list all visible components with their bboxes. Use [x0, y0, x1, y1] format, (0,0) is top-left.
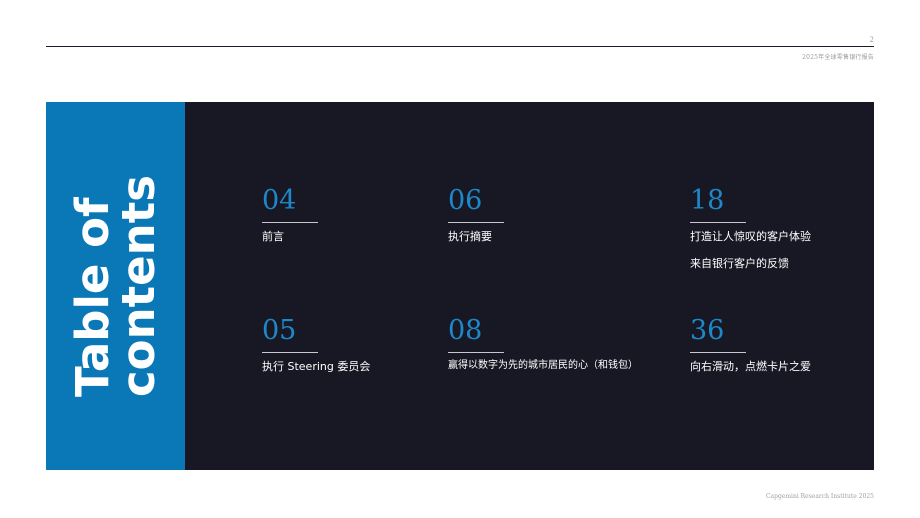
toc-page-number: 36 [690, 315, 725, 346]
toc-entry-rule [262, 352, 318, 353]
toc-entry-digital-urbanites[interactable]: 08 赢得以数字为先的城市居民的心（和钱包） [448, 316, 638, 373]
footer-credit: Capgemini Research Institute 2025 [765, 493, 874, 500]
page-number: 2 [869, 36, 874, 44]
toc-entry-foreword[interactable]: 04 前言 [262, 186, 318, 244]
header-rule [46, 46, 874, 47]
toc-entry-customer-experience[interactable]: 18 打造让人惊叹的客户体验 来自银行客户的反馈 [690, 186, 811, 271]
toc-entry-rule [262, 222, 318, 223]
toc-entry-sublabel: 来自银行客户的反馈 [690, 257, 789, 270]
toc-page-number: 05 [262, 315, 297, 346]
toc-page-number: 18 [690, 185, 725, 216]
toc-entry-label: 执行摘要 [448, 230, 492, 243]
toc-entry-label: 赢得以数字为先的城市居民的心（和钱包） [448, 360, 638, 371]
toc-panel: Table of contents 04 前言 06 执行摘要 18 打造让人惊… [46, 102, 874, 470]
toc-title-line-1: Table of [66, 197, 119, 397]
toc-entry-label: 前言 [262, 230, 284, 243]
toc-entry-rule [690, 352, 746, 353]
toc-title-line-2: contents [112, 175, 165, 397]
toc-page-number: 04 [262, 185, 297, 216]
toc-entry-label: 向右滑动，点燃卡片之爱 [690, 360, 811, 373]
toc-title-block: Table of contents [46, 102, 185, 470]
toc-page-number: 08 [448, 315, 483, 346]
toc-entry-executive-summary[interactable]: 06 执行摘要 [448, 186, 504, 244]
toc-entry-label: 执行 Steering 委员会 [262, 360, 371, 373]
toc-entry-rule [448, 352, 504, 353]
toc-page-number: 06 [448, 185, 483, 216]
report-title: 2025年全球零售银行报告 [802, 54, 874, 61]
toc-entry-steering-committee[interactable]: 05 执行 Steering 委员会 [262, 316, 370, 374]
toc-entry-rule [690, 222, 746, 223]
toc-title: Table of contents [66, 175, 165, 397]
toc-entry-rule [448, 222, 504, 223]
toc-entry-card-love[interactable]: 36 向右滑动，点燃卡片之爱 [690, 316, 811, 374]
toc-entry-label: 打造让人惊叹的客户体验 [690, 230, 811, 243]
